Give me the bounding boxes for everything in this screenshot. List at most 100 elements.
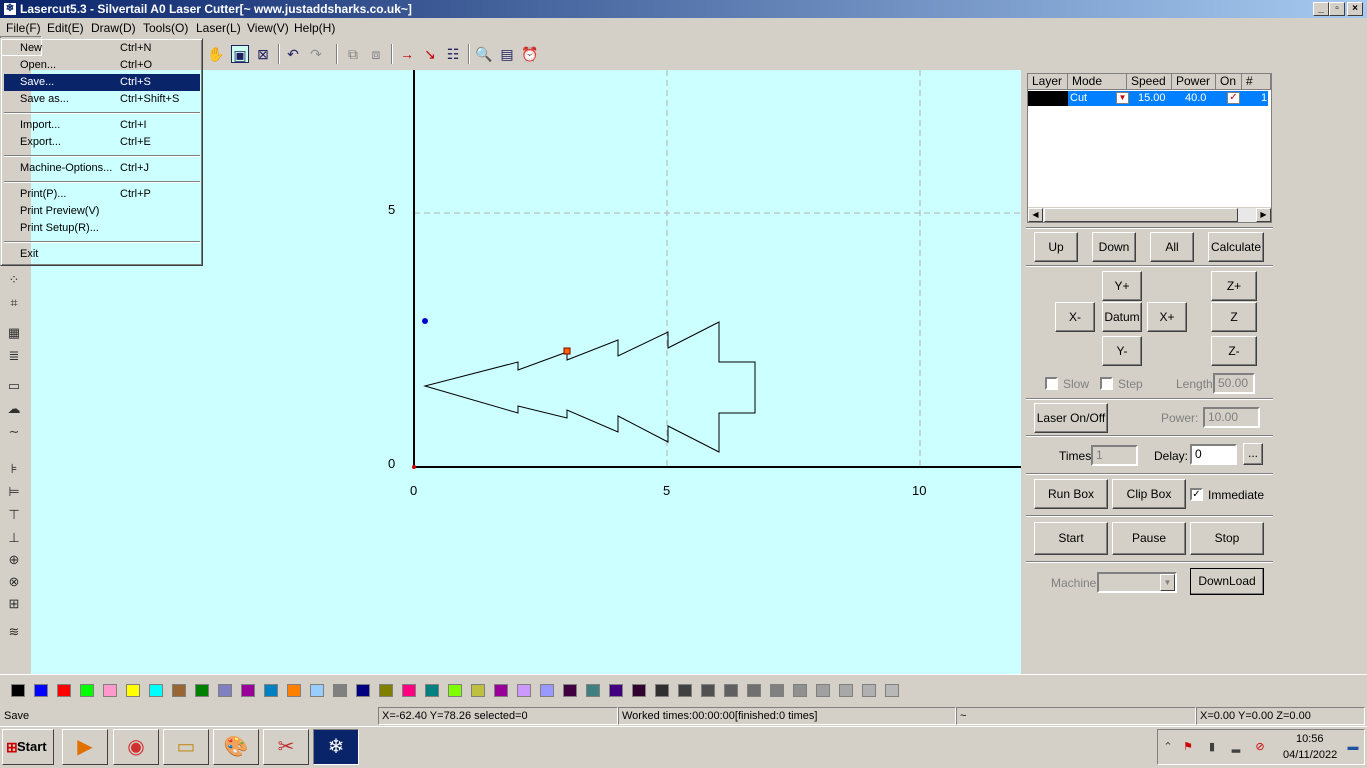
network-icon[interactable]: ▂ — [1228, 739, 1244, 755]
stop-button[interactable]: Stop — [1190, 522, 1264, 555]
color-swatch[interactable] — [218, 684, 232, 697]
chrome-icon[interactable]: ◉ — [113, 729, 159, 765]
menu-item-print[interactable]: Print(P)... Ctrl+P — [4, 186, 200, 203]
restore-button[interactable]: ▫ — [1329, 2, 1345, 16]
menu-view[interactable]: View(V) — [247, 21, 289, 35]
align-top-icon[interactable]: ⊤ — [5, 506, 23, 524]
layer-row[interactable]: Cut ▼ 15.00 40.0 ✓ 1 — [1028, 91, 1271, 106]
machine-icon[interactable]: ▤ — [498, 45, 516, 63]
pause-button[interactable]: Pause — [1112, 522, 1186, 555]
slow-checkbox[interactable] — [1045, 377, 1058, 390]
color-swatch[interactable] — [701, 684, 715, 697]
color-swatch[interactable] — [287, 684, 301, 697]
calculate-button[interactable]: Calculate — [1208, 232, 1264, 262]
layer-all-button[interactable]: All — [1150, 232, 1194, 262]
jog-y-plus-button[interactable]: Y+ — [1102, 271, 1142, 301]
file-explorer-icon[interactable]: ▭ — [163, 729, 209, 765]
menu-item-print-setup[interactable]: Print Setup(R)... — [4, 220, 200, 237]
node-edit-icon[interactable]: ⁘ — [5, 271, 23, 289]
delay-input[interactable]: 0 — [1190, 444, 1237, 465]
time-estimate-icon[interactable]: ⏰ — [521, 45, 539, 63]
color-swatch[interactable] — [149, 684, 163, 697]
menu-draw[interactable]: Draw(D) — [91, 21, 136, 35]
color-swatch[interactable] — [632, 684, 646, 697]
step-checkbox[interactable] — [1100, 377, 1113, 390]
center-vertical-icon[interactable]: ⊕ — [5, 551, 23, 569]
snipping-tool-icon[interactable]: ✂ — [263, 729, 309, 765]
menu-edit[interactable]: Edit(E) — [47, 21, 84, 35]
menu-item-export[interactable]: Export... Ctrl+E — [4, 134, 200, 151]
color-swatch[interactable] — [57, 684, 71, 697]
color-swatch[interactable] — [793, 684, 807, 697]
color-swatch[interactable] — [425, 684, 439, 697]
start-button-taskbar[interactable]: ⊞ Start — [2, 729, 54, 765]
color-swatch[interactable] — [816, 684, 830, 697]
zoom-fit-icon[interactable]: ⊠ — [254, 45, 272, 63]
jog-z-minus-button[interactable]: Z- — [1211, 336, 1257, 366]
length-input[interactable]: 50.00 — [1213, 373, 1255, 394]
menu-item-save[interactable]: Save... Ctrl+S — [4, 74, 200, 91]
paint-icon[interactable]: 🎨 — [213, 729, 259, 765]
color-swatch[interactable] — [103, 684, 117, 697]
usb-icon[interactable]: ▮ — [1204, 739, 1220, 755]
menu-item-print-preview[interactable]: Print Preview(V) — [4, 203, 200, 220]
color-swatch[interactable] — [356, 684, 370, 697]
layer-mode[interactable]: Cut — [1070, 91, 1087, 106]
volume-muted-icon[interactable]: ⊘ — [1252, 739, 1268, 755]
laser-on-off-button[interactable]: Laser On/Off — [1034, 403, 1108, 433]
jog-x-minus-button[interactable]: X- — [1055, 302, 1095, 332]
color-swatch[interactable] — [80, 684, 94, 697]
jog-x-plus-button[interactable]: X+ — [1147, 302, 1187, 332]
col-header-mode[interactable]: Mode — [1068, 74, 1127, 90]
color-swatch[interactable] — [839, 684, 853, 697]
jog-z-plus-button[interactable]: Z+ — [1211, 271, 1257, 301]
color-swatch[interactable] — [471, 684, 485, 697]
color-swatch[interactable] — [563, 684, 577, 697]
pan-hand-icon[interactable]: ✋ — [207, 45, 225, 63]
color-swatch[interactable] — [655, 684, 669, 697]
color-swatch[interactable] — [678, 684, 692, 697]
times-input[interactable]: 1 — [1091, 445, 1138, 466]
col-header-layer[interactable]: Layer — [1028, 74, 1068, 90]
menu-item-machine-options[interactable]: Machine-Options... Ctrl+J — [4, 160, 200, 177]
menu-help[interactable]: Help(H) — [294, 21, 335, 35]
z-datum-button[interactable]: Z Datum — [1211, 302, 1257, 352]
tray-expand-icon[interactable]: ⌃ — [1160, 739, 1176, 755]
color-swatch[interactable] — [402, 684, 416, 697]
start-button[interactable]: Start — [1034, 522, 1108, 555]
menu-item-open[interactable]: Open... Ctrl+O — [4, 57, 200, 74]
color-swatch[interactable] — [448, 684, 462, 697]
layer-on-checkbox[interactable]: ✓ — [1227, 92, 1240, 104]
layer-table[interactable]: Layer Mode Speed Power On # Cut ▼ 15.00 … — [1027, 73, 1272, 223]
delay-browse-button[interactable]: ... — [1243, 443, 1263, 465]
redo-icon[interactable]: ↷ — [307, 45, 325, 63]
action-center-icon[interactable]: ⚑ — [1180, 739, 1196, 755]
color-swatch[interactable] — [609, 684, 623, 697]
path-direction-icon[interactable]: ↘ — [421, 45, 439, 63]
align-right-icon[interactable]: ⊨ — [5, 483, 23, 501]
undo-icon[interactable]: ↶ — [284, 45, 302, 63]
layer-down-button[interactable]: Down — [1092, 232, 1136, 262]
color-swatch[interactable] — [586, 684, 600, 697]
col-header-on[interactable]: On — [1216, 74, 1242, 90]
color-swatch[interactable] — [172, 684, 186, 697]
show-desktop-icon[interactable]: ▬ — [1345, 739, 1361, 755]
layer-color-swatch[interactable] — [1028, 91, 1068, 106]
set-start-point-icon[interactable]: → — [398, 45, 416, 63]
color-swatch[interactable] — [885, 684, 899, 697]
layer-speed[interactable]: 15.00 — [1138, 91, 1166, 106]
crop-icon[interactable]: ⌗ — [5, 294, 23, 312]
lasercut-icon[interactable]: ❄ — [313, 729, 359, 765]
align-bottom-icon[interactable]: ⊥ — [5, 529, 23, 547]
menu-item-import[interactable]: Import... Ctrl+I — [4, 117, 200, 134]
align-left-icon[interactable]: ⊧ — [5, 460, 23, 478]
col-header-power[interactable]: Power — [1172, 74, 1216, 90]
mode-dropdown-icon[interactable]: ▼ — [1116, 92, 1129, 104]
menu-laser[interactable]: Laser(L) — [196, 21, 241, 35]
scroll-right-icon[interactable]: ▶ — [1256, 208, 1271, 222]
menu-item-save-as[interactable]: Save as... Ctrl+Shift+S — [4, 91, 200, 108]
color-swatch[interactable] — [747, 684, 761, 697]
cut-order-icon[interactable]: ☷ — [444, 45, 462, 63]
center-horizontal-icon[interactable]: ⊗ — [5, 573, 23, 591]
color-swatch[interactable] — [241, 684, 255, 697]
